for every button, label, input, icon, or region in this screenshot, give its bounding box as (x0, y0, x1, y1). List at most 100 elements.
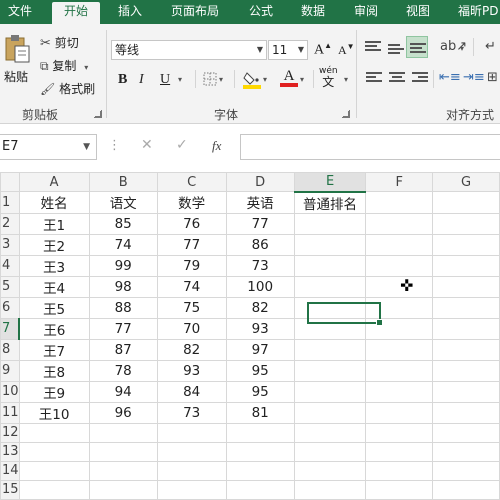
row-header-14[interactable]: 14 (0, 460, 20, 481)
cell-c1[interactable]: 数学 (156, 191, 227, 214)
name-box[interactable]: E7 ▼ (0, 134, 97, 160)
font-name-box[interactable]: 等线 ▼ (111, 40, 267, 60)
cell-d11[interactable]: 81 (225, 401, 295, 424)
cell-f15[interactable] (365, 479, 434, 500)
cell-g11[interactable] (432, 401, 500, 424)
cell-b4[interactable]: 99 (88, 254, 158, 277)
decrease-indent-icon[interactable]: ⇤≡ (439, 70, 461, 85)
cell-g5[interactable] (432, 275, 500, 298)
cell-b9[interactable]: 78 (88, 359, 158, 382)
cell-b1[interactable]: 语文 (88, 191, 158, 214)
row-header-2[interactable]: 2 (0, 212, 20, 235)
cell-c11[interactable]: 73 (156, 401, 227, 424)
cell-g15[interactable] (432, 479, 500, 500)
row-header-12[interactable]: 12 (0, 422, 20, 443)
merge-center-icon[interactable]: ⊞ (487, 70, 498, 85)
row-header-7[interactable]: 7 (0, 317, 21, 340)
cell-f1[interactable] (365, 191, 434, 214)
cell-g3[interactable] (432, 233, 500, 256)
copy-button[interactable]: ⧉ 复制 ▾ (40, 57, 88, 74)
cell-f4[interactable] (365, 254, 434, 277)
cell-f14[interactable] (365, 460, 434, 481)
font-size-dropdown-icon[interactable]: ▼ (298, 41, 304, 59)
row-header-8[interactable]: 8 (0, 338, 20, 361)
cell-c13[interactable] (156, 441, 227, 462)
align-top-icon[interactable] (365, 41, 381, 55)
increase-indent-icon[interactable]: ⇥≡ (463, 70, 485, 85)
cell-f13[interactable] (365, 441, 434, 462)
cell-e14[interactable] (293, 460, 367, 481)
cell-d13[interactable] (225, 441, 295, 462)
cell-a14[interactable] (18, 460, 90, 481)
cell-a8[interactable]: 王7 (18, 338, 90, 361)
cell-d5[interactable]: 100 (225, 275, 295, 298)
cell-c9[interactable]: 93 (156, 359, 227, 382)
cell-a13[interactable] (18, 441, 90, 462)
cell-f7[interactable] (365, 317, 434, 340)
cell-b11[interactable]: 96 (88, 401, 158, 424)
cell-e15[interactable] (293, 479, 367, 500)
tab-page-layout[interactable]: 页面布局 (171, 0, 219, 24)
cell-f9[interactable] (365, 359, 434, 382)
borders-button[interactable] (203, 72, 217, 89)
cancel-icon[interactable]: ✕ (141, 137, 153, 153)
cell-c8[interactable]: 82 (156, 338, 227, 361)
row-header-6[interactable]: 6 (0, 296, 20, 319)
tab-home[interactable]: 开始 (52, 2, 101, 24)
cell-a11[interactable]: 王10 (18, 401, 90, 424)
cell-f8[interactable] (365, 338, 434, 361)
cell-d1[interactable]: 英语 (225, 191, 295, 214)
cell-e6[interactable] (293, 296, 367, 319)
font-name-dropdown-icon[interactable]: ▼ (257, 41, 263, 59)
cell-d8[interactable]: 97 (225, 338, 295, 361)
cell-g13[interactable] (432, 441, 500, 462)
bold-button[interactable]: B (118, 72, 127, 88)
orientation-dropdown-icon[interactable]: ▾ (460, 44, 464, 53)
row-header-9[interactable]: 9 (0, 359, 20, 382)
cell-b2[interactable]: 85 (88, 212, 158, 235)
cell-a5[interactable]: 王4 (18, 275, 90, 298)
name-box-dropdown-icon[interactable]: ▼ (83, 135, 90, 159)
cell-a6[interactable]: 王5 (18, 296, 90, 319)
cell-g4[interactable] (432, 254, 500, 277)
cell-g14[interactable] (432, 460, 500, 481)
cell-c4[interactable]: 79 (156, 254, 227, 277)
cell-g7[interactable] (432, 317, 500, 340)
cell-b5[interactable]: 98 (88, 275, 158, 298)
cell-d15[interactable] (225, 479, 295, 500)
copy-dropdown-icon[interactable]: ▾ (84, 63, 88, 72)
cell-e2[interactable] (293, 212, 367, 235)
cell-b3[interactable]: 74 (88, 233, 158, 256)
cell-b8[interactable]: 87 (88, 338, 158, 361)
paste-dropdown-icon[interactable]: ▾ (22, 70, 26, 79)
cell-c12[interactable] (156, 422, 227, 443)
cell-f10[interactable] (365, 380, 434, 403)
cell-c6[interactable]: 75 (156, 296, 227, 319)
font-size-box[interactable]: 11 ▼ (268, 40, 308, 60)
cell-e7[interactable] (293, 317, 367, 340)
cell-e9[interactable] (293, 359, 367, 382)
align-left-icon[interactable] (366, 72, 382, 86)
cell-a1[interactable]: 姓名 (18, 191, 90, 214)
paste-button[interactable] (3, 34, 31, 67)
cut-button[interactable]: ✂ 剪切 (40, 34, 79, 51)
cell-g2[interactable] (432, 212, 500, 235)
cell-f11[interactable] (365, 401, 434, 424)
clipboard-dialog-launcher-icon[interactable] (94, 110, 102, 118)
cell-d6[interactable]: 82 (225, 296, 295, 319)
fill-color-button[interactable] (243, 69, 261, 92)
align-middle-icon[interactable] (388, 44, 404, 58)
cell-g12[interactable] (432, 422, 500, 443)
cell-d14[interactable] (225, 460, 295, 481)
cell-b13[interactable] (88, 441, 158, 462)
cell-e13[interactable] (293, 441, 367, 462)
cell-a10[interactable]: 王9 (18, 380, 90, 403)
cell-a7[interactable]: 王6 (18, 317, 90, 340)
font-color-dropdown-icon[interactable]: ▾ (300, 75, 304, 84)
align-center-icon[interactable] (389, 72, 405, 86)
insert-function-icon[interactable]: fx (212, 138, 221, 154)
grow-font-button[interactable]: A▲ (314, 41, 332, 59)
cell-e5[interactable] (293, 275, 367, 298)
cell-a12[interactable] (18, 422, 90, 443)
cell-b6[interactable]: 88 (88, 296, 158, 319)
